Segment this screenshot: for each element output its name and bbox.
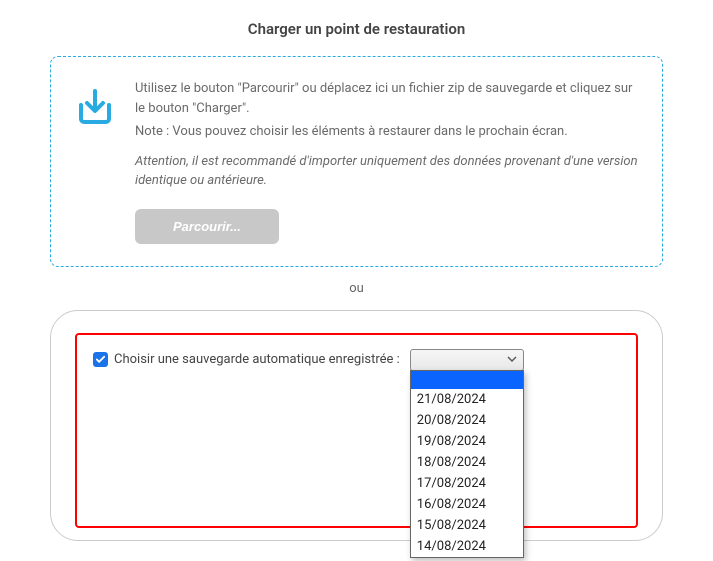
choose-backup-checkbox[interactable]	[93, 352, 108, 367]
backup-option[interactable]: 17/08/2024	[411, 473, 523, 494]
chevron-down-icon	[507, 352, 517, 367]
highlight-box: Choisir une sauvegarde automatique enreg…	[75, 333, 638, 528]
or-separator: ou	[50, 281, 663, 296]
backup-option[interactable]	[411, 371, 523, 389]
upload-instruction-2: Note : Vous pouvez choisir les éléments …	[135, 122, 640, 142]
download-icon	[73, 85, 117, 133]
backup-select[interactable]	[410, 349, 524, 371]
upload-dropzone[interactable]: Utilisez le bouton "Parcourir" ou déplac…	[50, 56, 663, 267]
upload-warning: Attention, il est recommandé d'importer …	[135, 152, 640, 191]
backup-option[interactable]: 16/08/2024	[411, 494, 523, 515]
choose-backup-panel: Choisir une sauvegarde automatique enreg…	[50, 310, 663, 541]
upload-instruction-1: Utilisez le bouton "Parcourir" ou déplac…	[135, 79, 640, 118]
backup-option[interactable]: 21/08/2024	[411, 389, 523, 410]
backup-dropdown[interactable]: 21/08/202420/08/202419/08/202418/08/2024…	[410, 370, 524, 558]
backup-option[interactable]: 14/08/2024	[411, 536, 523, 557]
backup-option[interactable]: 15/08/2024	[411, 515, 523, 536]
upload-text: Utilisez le bouton "Parcourir" ou déplac…	[135, 79, 640, 244]
backup-option[interactable]: 20/08/2024	[411, 410, 523, 431]
page-title: Charger un point de restauration	[50, 20, 663, 38]
backup-option[interactable]: 19/08/2024	[411, 431, 523, 452]
choose-backup-label: Choisir une sauvegarde automatique enreg…	[114, 352, 400, 367]
browse-button[interactable]: Parcourir...	[135, 209, 279, 244]
backup-option[interactable]: 18/08/2024	[411, 452, 523, 473]
